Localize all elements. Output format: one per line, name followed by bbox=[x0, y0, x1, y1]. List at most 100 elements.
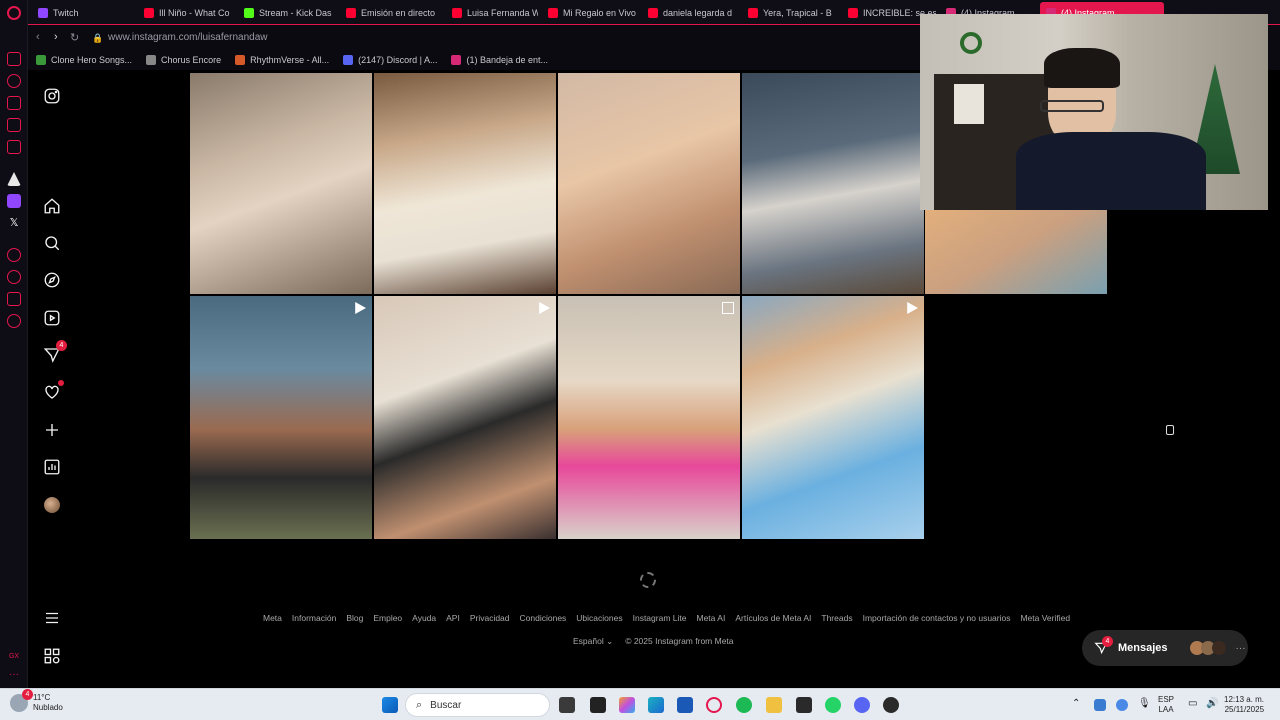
tab[interactable]: Twitch bbox=[32, 2, 132, 24]
create-plus-icon[interactable] bbox=[42, 420, 62, 440]
history-icon[interactable] bbox=[7, 270, 21, 284]
bookmark-label: Chorus Encore bbox=[161, 55, 222, 65]
reels-icon[interactable] bbox=[42, 308, 62, 328]
forward-icon[interactable]: › bbox=[54, 31, 58, 43]
messages-direct-icon[interactable]: 4 bbox=[42, 340, 67, 365]
explore-icon[interactable] bbox=[42, 270, 62, 290]
epic-games-icon[interactable] bbox=[796, 697, 812, 713]
post-thumbnail bbox=[374, 296, 556, 539]
network-icon[interactable]: ▭ bbox=[1188, 699, 1197, 709]
x-twitter-icon[interactable]: 𝕏 bbox=[7, 216, 21, 230]
footer-link[interactable]: Meta Verified bbox=[1020, 613, 1070, 623]
bookmark-item[interactable]: Clone Hero Songs... bbox=[36, 55, 132, 65]
gx-player-icon[interactable] bbox=[7, 118, 21, 132]
capcut-icon[interactable] bbox=[590, 697, 606, 713]
grid-post[interactable] bbox=[190, 296, 372, 539]
windows-start-icon[interactable] bbox=[382, 697, 398, 713]
footer-link[interactable]: Meta bbox=[263, 613, 282, 623]
back-icon[interactable]: ‹ bbox=[36, 31, 40, 43]
footer-link[interactable]: Condiciones bbox=[520, 613, 567, 623]
settings-icon[interactable] bbox=[7, 314, 21, 328]
footer-link[interactable]: Importación de contactos y no usuarios bbox=[863, 613, 1011, 623]
more-dots-icon[interactable]: ··· bbox=[1236, 643, 1246, 654]
bookmark-item[interactable]: Chorus Encore bbox=[146, 55, 221, 65]
tab[interactable]: Luisa Fernanda W bbox=[446, 2, 538, 24]
gx-sidebar-icon-a[interactable] bbox=[7, 248, 21, 262]
footer-link[interactable]: Ubicaciones bbox=[576, 613, 622, 623]
profile-avatar[interactable] bbox=[42, 495, 62, 515]
more-dots-icon[interactable]: ··· bbox=[7, 670, 21, 684]
app-icon[interactable] bbox=[883, 697, 899, 713]
tab[interactable]: Mi Regalo en Vivo bbox=[542, 2, 638, 24]
home-icon[interactable] bbox=[42, 196, 62, 216]
opera-gx-logo-icon[interactable] bbox=[7, 6, 21, 20]
carousel-icon bbox=[722, 302, 734, 314]
footer-link[interactable]: Meta AI bbox=[696, 613, 725, 623]
dashboard-icon[interactable] bbox=[42, 457, 62, 477]
grid-post[interactable] bbox=[374, 73, 556, 294]
language-selector[interactable]: Español ⌄ bbox=[573, 636, 613, 647]
bookmark-label: Clone Hero Songs... bbox=[51, 55, 133, 65]
gx-cleaner-icon[interactable] bbox=[7, 74, 21, 88]
grid-post[interactable] bbox=[742, 296, 924, 539]
weather-widget[interactable]: 4 11°C Nublado bbox=[10, 689, 63, 713]
notifications-heart-icon[interactable] bbox=[42, 380, 64, 402]
tab[interactable]: Stream - Kick Das bbox=[238, 2, 336, 24]
post-thumbnail bbox=[558, 73, 740, 294]
also-from-meta-icon[interactable] bbox=[42, 646, 62, 666]
menu-hamburger-icon[interactable] bbox=[42, 608, 62, 628]
footer-link[interactable]: Información bbox=[292, 613, 336, 623]
gx-messenger-icon[interactable] bbox=[7, 140, 21, 154]
bookmark-item[interactable]: (2147) Discord | A... bbox=[343, 55, 437, 65]
arc-app-icon[interactable] bbox=[7, 172, 21, 186]
opera-gx-icon[interactable] bbox=[706, 697, 722, 713]
tab[interactable]: Yera, Trapical - B bbox=[742, 2, 838, 24]
file-explorer-icon[interactable] bbox=[766, 697, 782, 713]
tab-label: Ill Niño - What Co bbox=[159, 8, 230, 18]
footer-link[interactable]: API bbox=[446, 613, 460, 623]
extensions-icon[interactable] bbox=[7, 292, 21, 306]
whatsapp-icon[interactable] bbox=[825, 697, 841, 713]
microphone-icon[interactable]: 🎙 bbox=[1138, 699, 1151, 709]
instagram-logo-icon[interactable] bbox=[42, 86, 62, 106]
footer-link[interactable]: Artículos de Meta AI bbox=[735, 613, 811, 623]
grid-post[interactable] bbox=[742, 73, 924, 294]
footer-link[interactable]: Empleo bbox=[373, 613, 402, 623]
footer-link[interactable]: Instagram Lite bbox=[633, 613, 687, 623]
tab-favicon-icon bbox=[244, 8, 254, 18]
onedrive-icon[interactable] bbox=[1116, 699, 1128, 711]
grid-post[interactable] bbox=[374, 296, 556, 539]
tab[interactable]: Ill Niño - What Co bbox=[138, 2, 234, 24]
tray-chevron-icon[interactable]: ⌃ bbox=[1072, 699, 1080, 709]
tray-app-icon[interactable] bbox=[1094, 699, 1106, 711]
url-field[interactable]: www.instagram.com/luisafernandaw bbox=[108, 32, 268, 43]
tab[interactable]: Emisión en directo bbox=[340, 2, 442, 24]
footer-link[interactable]: Blog bbox=[346, 613, 363, 623]
language-indicator[interactable]: ESP LAA bbox=[1158, 695, 1174, 715]
gx-corner-icon[interactable] bbox=[7, 96, 21, 110]
footer-link[interactable]: Threads bbox=[821, 613, 852, 623]
search-icon[interactable] bbox=[42, 233, 62, 253]
grid-post[interactable] bbox=[190, 73, 372, 294]
taskbar-search[interactable]: ⌕ Buscar bbox=[405, 693, 550, 717]
volume-icon[interactable]: 🔊 bbox=[1206, 699, 1218, 709]
store-icon[interactable] bbox=[677, 697, 693, 713]
twitch-sidebar-icon[interactable] bbox=[7, 194, 21, 208]
edge-icon[interactable] bbox=[648, 697, 664, 713]
spotify-icon[interactable] bbox=[736, 697, 752, 713]
messages-button[interactable]: 4 Mensajes ··· bbox=[1082, 630, 1248, 666]
copilot-icon[interactable] bbox=[619, 697, 635, 713]
clock[interactable]: 12:13 a. m. 25/11/2025 bbox=[1224, 695, 1264, 715]
grid-post[interactable] bbox=[558, 73, 740, 294]
reload-icon[interactable]: ↻ bbox=[70, 31, 79, 44]
footer-link[interactable]: Ayuda bbox=[412, 613, 436, 623]
task-view-icon[interactable] bbox=[559, 697, 575, 713]
discord-icon[interactable] bbox=[854, 697, 870, 713]
bookmark-item[interactable]: (1) Bandeja de ent... bbox=[451, 55, 548, 65]
gx-control-icon[interactable] bbox=[7, 52, 21, 66]
grid-post[interactable] bbox=[558, 296, 740, 539]
footer-link[interactable]: Privacidad bbox=[470, 613, 510, 623]
tab[interactable]: daniela legarda d bbox=[642, 2, 738, 24]
bookmark-item[interactable]: RhythmVerse - All... bbox=[235, 55, 329, 65]
browser-side-rail: 𝕏 GX ··· bbox=[0, 0, 28, 688]
